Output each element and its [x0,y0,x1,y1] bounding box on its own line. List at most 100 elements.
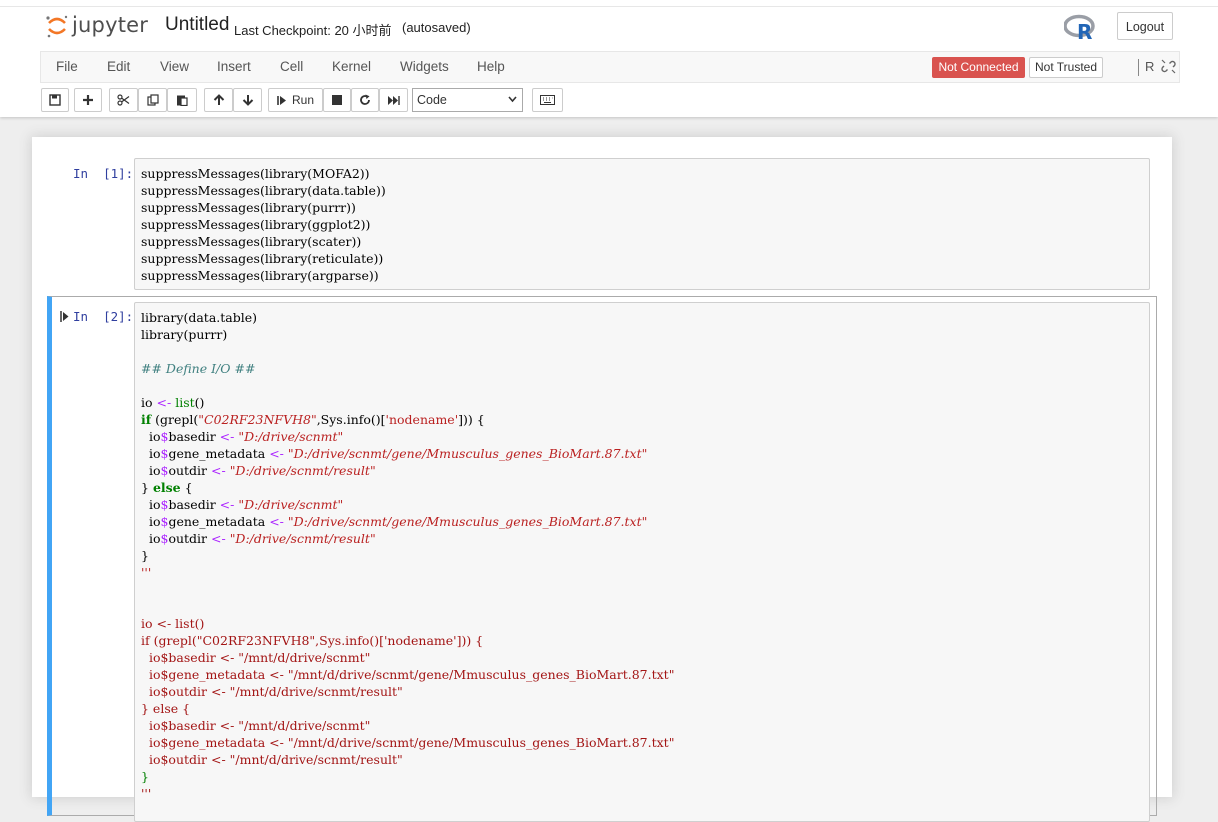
interrupt-button[interactable] [323,88,351,112]
code-builtin: list [175,395,195,410]
autosave-status: (autosaved) [402,20,471,35]
code-token: gene_metadata [168,446,266,461]
code-string: "D:/drive/scnmt" [238,497,344,512]
code-string-block: io$gene_metadata <- "/mnt/d/drive/scnmt/… [141,667,675,682]
code-token: io [141,429,161,444]
code-line: suppressMessages(library(argparse)) [141,268,379,283]
code-token: (grepl( [151,412,199,427]
connection-status-badge[interactable]: Not Connected [932,57,1025,78]
restart-button[interactable] [351,88,379,112]
notebook-header: jupyter Untitled Last Checkpoint: 20 小时前… [0,0,1218,117]
code-token: io [141,463,161,478]
code-token: ,Sys.info()[ [316,412,386,427]
code-token: } [141,480,153,495]
cut-icon [117,94,130,106]
paste-button[interactable] [167,88,197,112]
code-line: suppressMessages(library(ggplot2)) [141,217,371,232]
code-line: suppressMessages(library(scater)) [141,234,362,249]
top-border [0,6,1218,7]
move-up-button[interactable] [204,88,233,112]
code-string-block: io$outdir <- "/mnt/d/drive/scnmt/result" [141,752,403,767]
code-line: suppressMessages(library(reticulate)) [141,251,384,266]
notebook-title[interactable]: Untitled [165,14,229,36]
last-checkpoint: Last Checkpoint: 20 小时前 [234,23,392,38]
code-keyword: if [141,412,152,427]
r-kernel-logo-icon: R [1064,14,1095,42]
menu-edit[interactable]: Edit [107,59,130,74]
keyboard-icon [540,95,555,105]
code-operator: <- [211,463,226,478]
logout-button[interactable]: Logout [1117,12,1173,40]
chevron-down-icon [508,96,517,103]
code-string-block: io <- list() [141,616,205,631]
input-prompt: In [1]: [73,166,134,181]
kernel-divider [1138,59,1139,76]
code-token: io [141,497,161,512]
code-string-block: ''' [141,786,152,801]
code-editor[interactable]: library(data.table) library(purrr) ## De… [134,302,1150,822]
code-operator: <- [219,497,235,512]
menu-view[interactable]: View [160,59,189,74]
code-token: } [141,548,149,563]
code-string-block: } else { [141,701,191,716]
code-string: "D:/drive/scnmt/gene/Mmusculus_genes_Bio… [287,446,648,461]
code-token: () [194,395,205,410]
code-string: 'nodename' [385,412,459,427]
jupyter-orbit-icon [46,15,68,38]
cut-button[interactable] [109,88,138,112]
paste-icon [177,95,188,106]
code-operator: <- [156,395,172,410]
restart-icon [360,94,370,105]
trust-status-button[interactable]: Not Trusted [1029,57,1103,78]
move-down-button[interactable] [233,88,262,112]
fast-forward-icon [388,95,400,105]
command-palette-button[interactable] [532,88,563,112]
code-comment: ## Define I/O ## [141,361,256,376]
notebook-container: In [1]: suppressMessages(library(MOFA2))… [32,137,1172,822]
menu-widgets[interactable]: Widgets [400,59,449,74]
code-token: { [180,480,193,495]
code-token: ])) { [458,412,485,427]
step-forward-icon [277,95,286,105]
copy-button[interactable] [138,88,167,112]
kernel-disconnected-link-icon [1161,59,1176,74]
save-button[interactable] [41,88,69,112]
selected-code-cell[interactable]: In [2]: library(data.table) library(purr… [47,296,1157,822]
menu-cell[interactable]: Cell [280,59,303,74]
code-line: suppressMessages(library(MOFA2)) [141,166,370,181]
cell-type-value: Code [417,93,447,107]
code-editor[interactable]: suppressMessages(library(MOFA2)) suppres… [134,158,1150,290]
menu-help[interactable]: Help [477,59,505,74]
plus-icon [83,95,93,105]
code-cell[interactable]: In [1]: suppressMessages(library(MOFA2))… [47,158,1157,290]
code-string-block: io$basedir <- "/mnt/d/drive/scnmt" [141,650,371,665]
code-token: io [141,514,161,529]
menu-insert[interactable]: Insert [217,59,251,74]
insert-cell-button[interactable] [74,88,102,112]
jupyter-logo[interactable]: jupyter [42,13,154,43]
r-logo-letter: R [1077,20,1092,42]
code-token: outdir [168,463,208,478]
code-string: "C02RF23NFVH8" [198,412,317,427]
run-button[interactable]: Run [268,88,323,112]
code-string-block: io$gene_metadata <- "/mnt/d/drive/scnmt/… [141,735,675,750]
input-prompt: In [2]: [73,309,134,324]
menu-kernel[interactable]: Kernel [332,59,371,74]
kernel-name: R [1145,59,1155,74]
menubar: File Edit View Insert Cell Kernel Widget… [40,51,1180,83]
code-token: io [141,446,161,461]
menu-file[interactable]: File [56,59,78,74]
code-string-block: if (grepl("C02RF23NFVH8",Sys.info()['nod… [141,633,484,648]
code-string-block: io$outdir <- "/mnt/d/drive/scnmt/result" [141,684,403,699]
code-operator: <- [219,429,235,444]
cell-type-dropdown[interactable]: Code [412,88,523,112]
restart-run-all-button[interactable] [379,88,408,112]
code-operator: <- [211,531,226,546]
code-string: "D:/drive/scnmt/gene/Mmusculus_genes_Bio… [287,514,648,529]
code-string: "D:/drive/scnmt" [238,429,344,444]
code-token: gene_metadata [168,514,266,529]
logo-text: jupyter [72,13,149,37]
code-token: io [141,531,161,546]
save-icon [49,94,61,106]
arrow-up-icon [213,94,224,105]
